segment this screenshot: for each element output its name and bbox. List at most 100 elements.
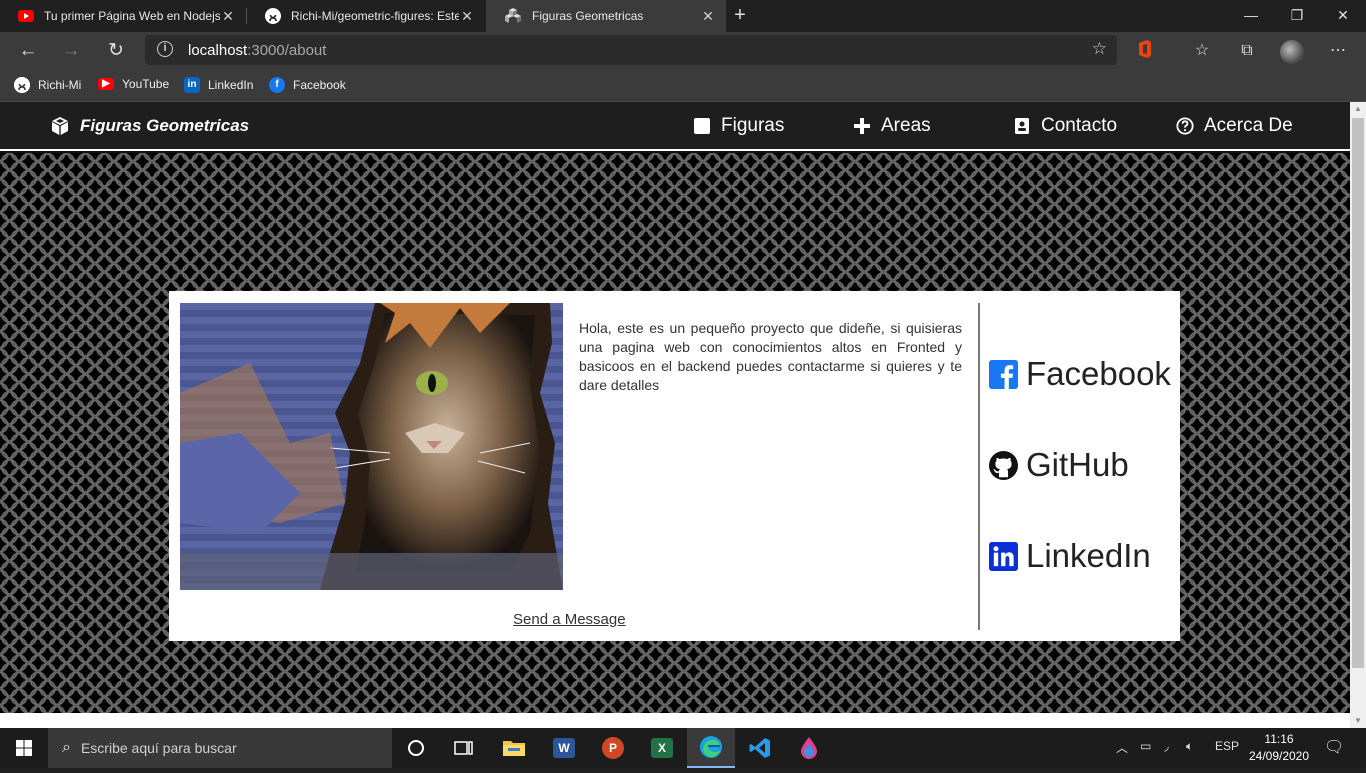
site-brand[interactable]: Figuras Geometricas	[50, 116, 249, 136]
cube-icon	[505, 8, 521, 23]
social-linkedin-link[interactable]: LinkedIn	[989, 537, 1151, 575]
tab-title: Tu primer Página Web en Nodejs	[44, 9, 220, 23]
paint-app[interactable]	[785, 728, 833, 768]
task-view-button[interactable]	[440, 728, 488, 768]
word-icon: W	[553, 738, 575, 758]
nav-label: Figuras	[721, 115, 785, 136]
cortana-circle-icon	[408, 740, 424, 756]
refresh-button[interactable]: ↻	[102, 37, 130, 65]
facebook-icon: f	[269, 77, 285, 93]
excel-app[interactable]: X	[638, 728, 686, 768]
favorite-label: LinkedIn	[208, 78, 254, 92]
question-circle-icon	[1176, 117, 1194, 135]
scroll-down-arrow-icon[interactable]: ▼	[1350, 714, 1366, 728]
word-app[interactable]: W	[540, 728, 588, 768]
vscode-app[interactable]	[736, 728, 784, 768]
favorite-label: Facebook	[293, 78, 346, 92]
favorite-youtube[interactable]: ▶ YouTube	[98, 77, 169, 91]
nav-figuras[interactable]: Figuras	[693, 115, 784, 137]
plus-icon	[854, 118, 870, 134]
edge-app[interactable]	[687, 728, 735, 768]
scroll-up-arrow-icon[interactable]: ▲	[1350, 102, 1366, 116]
battery-icon[interactable]: ▭	[1140, 739, 1151, 753]
nav-contacto[interactable]: Contacto	[1013, 115, 1117, 137]
search-placeholder: Escribe aquí para buscar	[80, 740, 237, 756]
close-tab-icon[interactable]: ✕	[459, 8, 475, 25]
task-view-icon	[454, 741, 473, 755]
page-footer-strip	[0, 713, 1350, 728]
tab-title: Figuras Geometricas	[532, 9, 644, 23]
nav-label: Areas	[881, 115, 931, 136]
tab-youtube[interactable]: Tu primer Página Web en Nodejs ✕	[0, 0, 246, 32]
scrollbar-thumb[interactable]	[1352, 118, 1364, 668]
new-tab-button[interactable]: +	[728, 4, 752, 28]
cube-icon	[52, 117, 68, 135]
social-facebook-link[interactable]: Facebook	[989, 355, 1171, 393]
site-brand-label: Figuras Geometricas	[80, 116, 250, 135]
browser-toolbar: ← → ↻ i localhost:3000/about ☆ ☆ ⧉ ⋯	[0, 32, 1366, 70]
favorites-icon[interactable]: ☆	[1191, 40, 1213, 62]
social-github-link[interactable]: GitHub	[989, 446, 1129, 484]
back-button[interactable]: ←	[14, 37, 42, 65]
windows-logo-icon	[16, 740, 32, 756]
vertical-divider	[978, 303, 980, 630]
about-card: Hola, este es un pequeño proyecto que di…	[169, 291, 1180, 641]
collections-icon[interactable]: ⧉	[1236, 40, 1258, 62]
tab-figuras-geometricas[interactable]: Figuras Geometricas ✕	[486, 0, 726, 32]
close-tab-icon[interactable]: ✕	[220, 8, 236, 25]
restore-button[interactable]: ❐	[1274, 0, 1320, 32]
tab-strip: Tu primer Página Web en Nodejs ✕ Richi-M…	[0, 0, 1366, 32]
folder-icon	[503, 741, 525, 756]
tray-chevron-icon[interactable]: ︿	[1116, 739, 1128, 756]
favorites-bar: Richi-Mi ▶ YouTube in LinkedIn f Faceboo…	[0, 70, 1366, 102]
clock-date: 24/09/2020	[1248, 749, 1310, 763]
excel-icon: X	[651, 738, 673, 758]
github-icon	[14, 77, 30, 93]
volume-icon[interactable]: 🔈︎	[1186, 739, 1193, 754]
address-url[interactable]: localhost:3000/about	[188, 42, 326, 59]
start-button[interactable]	[0, 728, 48, 768]
taskbar-clock[interactable]: 11:16 24/09/2020	[1244, 731, 1314, 765]
youtube-icon	[18, 10, 34, 22]
notifications-icon[interactable]: 🗨︎	[1324, 737, 1344, 757]
file-explorer-app[interactable]	[490, 728, 538, 768]
github-icon	[989, 450, 1018, 480]
tab-github[interactable]: Richi-Mi/geometric-figures: Este ✕	[247, 0, 485, 32]
site-info-icon[interactable]: i	[157, 41, 173, 57]
square-icon	[694, 118, 710, 134]
send-message-link[interactable]: Send a Message	[513, 611, 626, 628]
minimize-button[interactable]: —	[1228, 0, 1274, 32]
social-label: GitHub	[1026, 446, 1129, 483]
facebook-square-icon	[989, 359, 1018, 389]
favorite-facebook[interactable]: f Facebook	[269, 77, 346, 93]
favorite-richi-mi[interactable]: Richi-Mi	[14, 77, 81, 93]
address-path: :3000/about	[247, 42, 327, 59]
close-window-button[interactable]: ✕	[1320, 0, 1366, 32]
page-viewport: Figuras Geometricas Figuras Areas Contac…	[0, 102, 1350, 728]
nav-label: Contacto	[1041, 115, 1118, 136]
favorite-label: YouTube	[122, 77, 170, 91]
cat-photo	[180, 303, 563, 590]
taskbar-search[interactable]: ⌕ Escribe aquí para buscar	[48, 728, 392, 768]
nav-areas[interactable]: Areas	[853, 115, 931, 137]
address-bar[interactable]: i localhost:3000/about ☆	[145, 35, 1117, 65]
nav-label: Acerca De	[1204, 115, 1293, 136]
favorite-linkedin[interactable]: in LinkedIn	[184, 77, 253, 93]
wifi-icon[interactable]: ◞	[1164, 739, 1169, 753]
forward-button[interactable]: →	[57, 37, 85, 65]
windows-taskbar: ⌕ Escribe aquí para buscar W P X ︿ ▭ ◞ 🔈…	[0, 728, 1366, 768]
favorite-label: Richi-Mi	[38, 78, 82, 92]
powerpoint-icon: P	[602, 737, 624, 759]
address-host: localhost	[188, 42, 248, 59]
page-scrollbar[interactable]: ▲ ▼	[1350, 102, 1366, 728]
nav-acerca-de[interactable]: Acerca De	[1176, 115, 1293, 137]
cortana-button[interactable]	[392, 728, 440, 768]
favorite-star-icon[interactable]: ☆	[1092, 39, 1107, 59]
youtube-icon: ▶	[98, 78, 114, 90]
profile-avatar[interactable]	[1280, 40, 1304, 64]
powerpoint-app[interactable]: P	[589, 728, 637, 768]
office-extension-icon[interactable]	[1134, 40, 1156, 62]
language-indicator[interactable]: ESP	[1215, 739, 1239, 753]
more-menu-icon[interactable]: ⋯	[1327, 40, 1349, 62]
close-tab-icon[interactable]: ✕	[700, 8, 716, 25]
